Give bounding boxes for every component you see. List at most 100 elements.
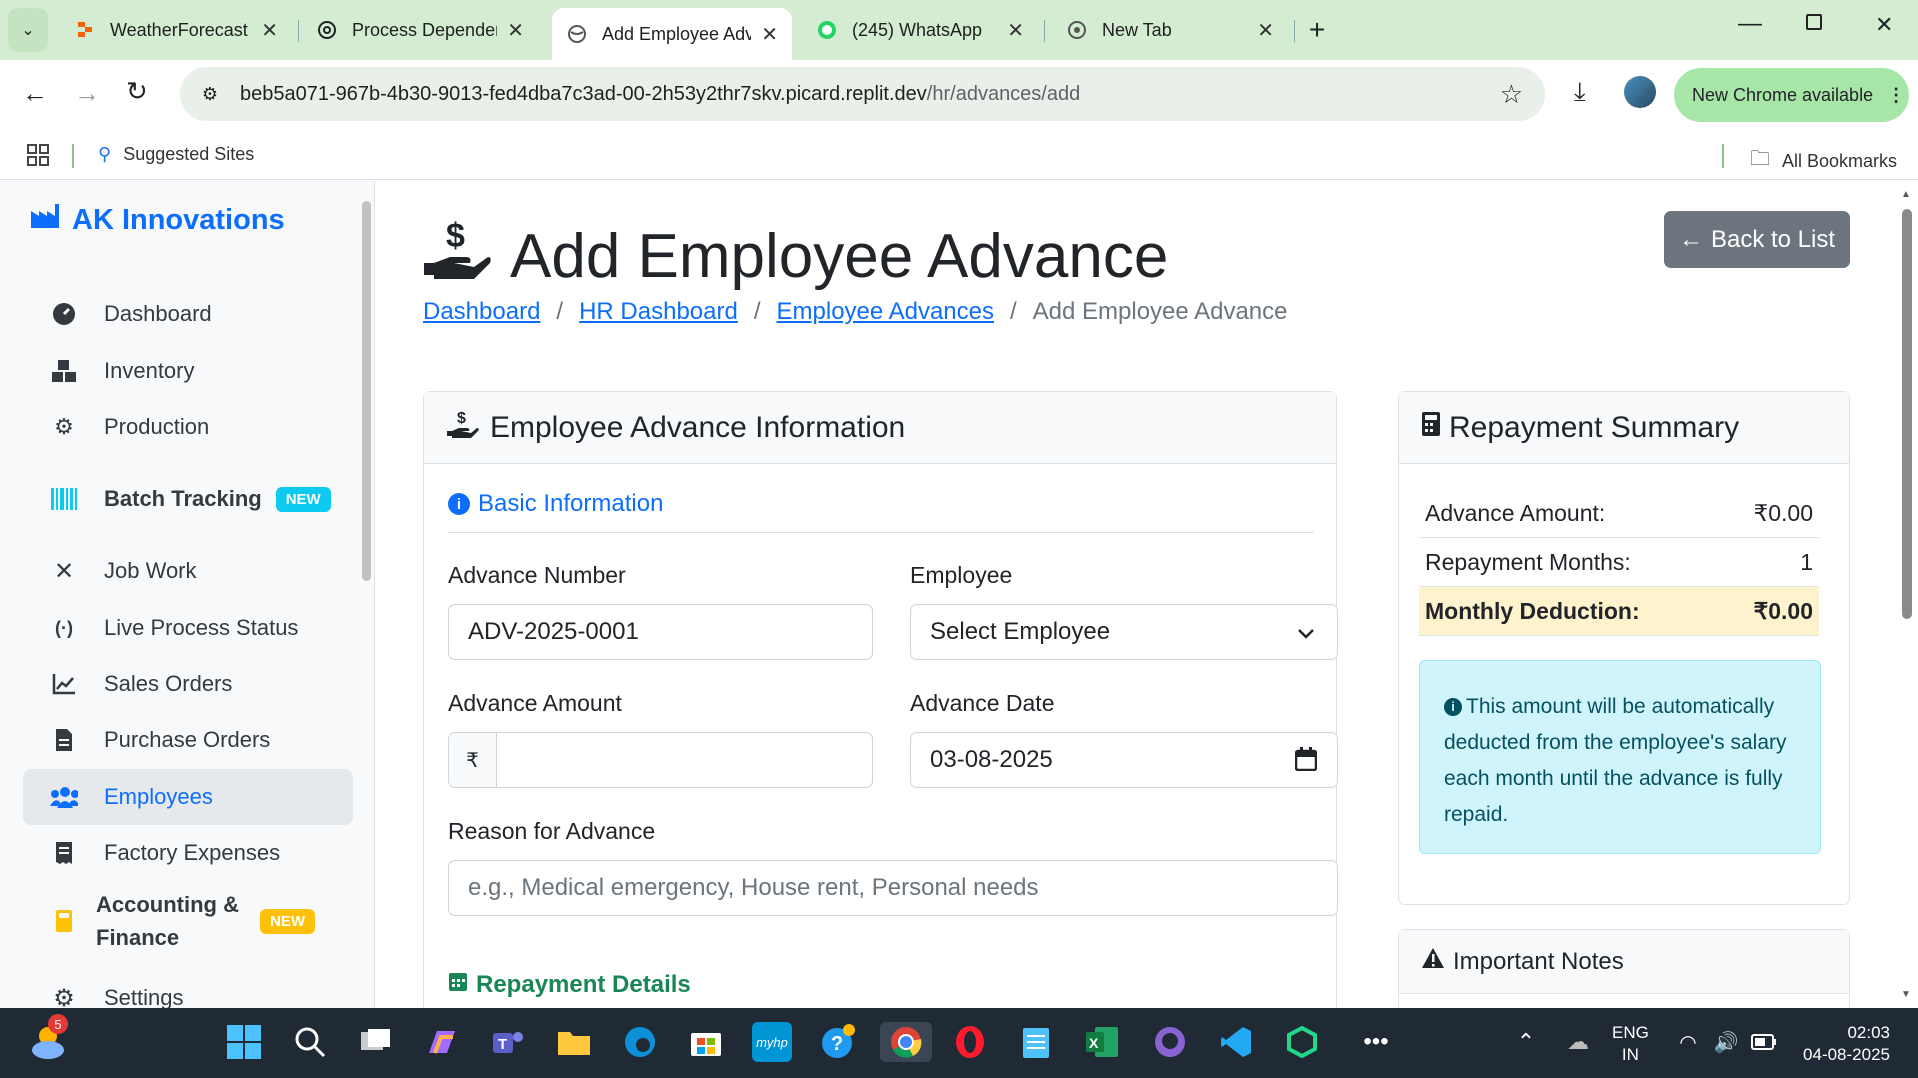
bookmarks-bar: ⚲ Suggested Sites 🗀 All Bookmarks	[0, 132, 1918, 180]
file-explorer-icon[interactable]	[554, 1022, 594, 1062]
clock[interactable]: 02:03 04-08-2025	[1790, 1022, 1890, 1066]
industry-icon	[30, 203, 60, 237]
pycharm-icon[interactable]	[1282, 1022, 1322, 1062]
excel-icon[interactable]: X	[1082, 1022, 1122, 1062]
sidebar-scrollbar[interactable]	[362, 201, 371, 581]
new-tab-plus-icon[interactable]: +	[1300, 14, 1334, 48]
restore-icon[interactable]	[1806, 14, 1822, 30]
tab-process-dependencies[interactable]: Process Dependencies O ✕	[302, 8, 538, 52]
repayment-summary-header: Repayment Summary	[1399, 392, 1849, 464]
minimize-icon[interactable]: —	[1738, 10, 1762, 38]
sidebar-item-sales-orders[interactable]: Sales Orders	[23, 656, 353, 712]
chevron-up-icon[interactable]: ⌃	[1506, 1022, 1546, 1062]
site-info-icon[interactable]: ⚙	[180, 84, 240, 105]
close-icon[interactable]: ✕	[1257, 18, 1274, 43]
back-arrow-icon[interactable]: ←	[22, 78, 48, 109]
more-apps-icon[interactable]: •••	[1356, 1022, 1396, 1062]
copilot-icon[interactable]	[422, 1022, 462, 1062]
close-icon[interactable]: ✕	[507, 18, 524, 43]
battery-icon[interactable]	[1744, 1022, 1784, 1062]
sidebar-item-inventory[interactable]: Inventory	[23, 343, 353, 399]
onedrive-icon[interactable]: ☁	[1558, 1022, 1598, 1062]
advance-amount-group: ₹	[448, 732, 873, 788]
calendar-icon[interactable]	[1294, 747, 1318, 778]
tab-search-button[interactable]: ⌄	[8, 8, 48, 52]
sidebar-item-employees[interactable]: Employees	[23, 769, 353, 825]
info-text: This amount will be automatically deduct…	[1444, 695, 1787, 826]
breadcrumb-employee-advances[interactable]: Employee Advances	[777, 298, 994, 326]
all-bookmarks-link[interactable]: 🗀 All Bookmarks	[1750, 144, 1897, 178]
notepad-icon[interactable]	[1016, 1022, 1056, 1062]
employee-select[interactable]: Select Employee	[910, 604, 1338, 660]
edge-icon[interactable]	[620, 1022, 660, 1062]
summary-label: Monthly Deduction:	[1425, 597, 1640, 624]
page-title: $ Add Employee Advance	[422, 217, 1168, 296]
hp-app-icon[interactable]: myhp	[752, 1022, 792, 1062]
basic-info-title: Basic Information	[478, 490, 664, 517]
tab-whatsapp[interactable]: (245) WhatsApp ✕	[802, 8, 1038, 52]
close-icon[interactable]: ✕	[1007, 18, 1024, 43]
weather-widget-icon[interactable]: 5	[28, 1014, 68, 1062]
brand[interactable]: AK Innovations	[30, 203, 285, 237]
address-bar[interactable]: ⚙ beb5a071-967b-4b30-9013-fed4dba7c3ad-0…	[180, 67, 1545, 121]
suggested-sites-link[interactable]: ⚲ Suggested Sites	[98, 144, 254, 165]
sidebar-item-dashboard[interactable]: Dashboard	[23, 286, 353, 342]
tab-weatherforecast[interactable]: WeatherForecast - Replit ✕	[60, 8, 292, 52]
close-icon[interactable]: ✕	[761, 22, 778, 47]
apps-grid-icon[interactable]	[27, 144, 49, 166]
search-icon[interactable]	[290, 1022, 330, 1062]
sidebar-item-production[interactable]: ⚙ Production	[23, 399, 353, 455]
sidebar-item-label: Live Process Status	[104, 615, 299, 640]
forward-arrow-icon[interactable]: →	[74, 78, 100, 109]
reload-icon[interactable]: ↻	[126, 76, 148, 107]
breadcrumb-hr-dashboard[interactable]: HR Dashboard	[579, 298, 738, 326]
sidebar-item-factory-expenses[interactable]: Factory Expenses	[23, 825, 353, 881]
svg-text:$: $	[457, 410, 466, 427]
windows-start-icon[interactable]	[224, 1022, 264, 1062]
close-icon[interactable]: ✕	[261, 18, 278, 43]
close-window-icon[interactable]: ✕	[1875, 12, 1893, 38]
summary-label: Repayment Months:	[1425, 548, 1631, 575]
sidebar-item-purchase-orders[interactable]: Purchase Orders	[23, 712, 353, 768]
teams-icon[interactable]: T	[488, 1022, 528, 1062]
sidebar-item-job-work[interactable]: ✕ Job Work	[23, 543, 353, 599]
profile-avatar[interactable]	[1624, 76, 1656, 108]
back-to-list-button[interactable]: ← Back to List	[1664, 211, 1850, 268]
help-icon[interactable]: ?	[818, 1022, 858, 1062]
page-scrollbar[interactable]: ▲ ▼	[1896, 181, 1918, 1008]
vscode-icon[interactable]	[1216, 1022, 1256, 1062]
advance-date-input[interactable]: 03-08-2025	[910, 732, 1338, 788]
language-indicator[interactable]: ENG IN	[1612, 1022, 1649, 1066]
svg-text:$: $	[446, 217, 465, 255]
summary-value: ₹0.00	[1753, 597, 1813, 624]
task-view-icon[interactable]	[356, 1022, 396, 1062]
browser-toolbar: ← → ↻ ⚙ beb5a071-967b-4b30-9013-fed4dba7…	[0, 60, 1918, 132]
advance-number-input[interactable]: ADV-2025-0001	[448, 604, 873, 660]
repayment-summary-card: Repayment Summary Advance Amount: ₹0.00 …	[1398, 391, 1850, 905]
reason-input[interactable]: e.g., Medical emergency, House rent, Per…	[448, 860, 1338, 916]
microsoft-store-icon[interactable]	[686, 1022, 726, 1062]
breadcrumb-current: Add Employee Advance	[1032, 298, 1288, 325]
sidebar-item-accounting-finance[interactable]: Accounting & Finance NEW	[23, 882, 353, 960]
chrome-update-button[interactable]: New Chrome available ⋮	[1674, 68, 1909, 122]
download-icon[interactable]: ⤓	[1574, 76, 1586, 108]
gauge-icon	[50, 300, 78, 328]
sidebar-item-batch-tracking[interactable]: Batch Tracking NEW	[23, 471, 353, 527]
calculator-icon	[50, 907, 78, 935]
volume-icon[interactable]: 🔊	[1706, 1022, 1746, 1062]
advance-amount-input[interactable]	[497, 733, 872, 787]
lang-label: ENG	[1612, 1023, 1649, 1042]
github-icon[interactable]	[1150, 1022, 1190, 1062]
region-label: IN	[1621, 1045, 1639, 1064]
wifi-icon[interactable]: ◠	[1668, 1022, 1708, 1062]
sidebar-item-label: Factory Expenses	[104, 840, 281, 865]
reason-label: Reason for Advance	[448, 818, 656, 844]
chrome-taskbar-icon[interactable]	[880, 1022, 932, 1062]
breadcrumb-dashboard[interactable]: Dashboard	[423, 298, 540, 326]
opera-icon[interactable]	[950, 1022, 990, 1062]
sidebar-item-live-process-status[interactable]: (·) Live Process Status	[23, 600, 353, 656]
tab-add-employee-advance[interactable]: Add Employee Advance - ✕	[552, 8, 792, 60]
summary-row-repayment-months: Repayment Months: 1	[1419, 538, 1819, 587]
tab-new-tab[interactable]: New Tab ✕	[1052, 8, 1288, 52]
star-icon[interactable]: ☆	[1500, 79, 1523, 110]
